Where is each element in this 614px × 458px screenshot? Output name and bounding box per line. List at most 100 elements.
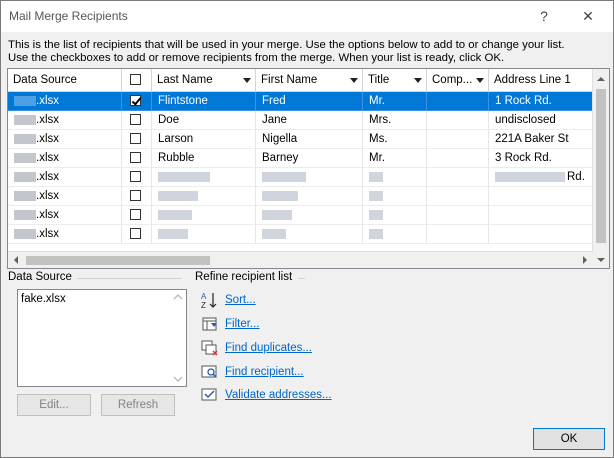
column-header-data-source[interactable]: Data Source — [8, 69, 122, 91]
cell-title: Mr. — [363, 149, 427, 168]
row-checkbox-cell[interactable] — [122, 92, 152, 111]
data-source-list[interactable]: fake.xlsx — [17, 289, 187, 387]
redacted-block — [14, 190, 36, 201]
redacted-block — [369, 171, 383, 182]
chevron-down-icon[interactable] — [476, 78, 484, 83]
cell-last: Larson — [152, 130, 256, 149]
cell-data-source: .xlsx — [8, 206, 122, 225]
redacted-block — [495, 171, 565, 182]
close-button[interactable]: ✕ — [573, 5, 603, 27]
cell-address: undisclosed — [489, 111, 593, 130]
row-checkbox-cell[interactable] — [122, 206, 152, 225]
filter-link[interactable]: Filter... — [225, 318, 260, 330]
cell-company — [427, 92, 489, 111]
cell-title: Mrs. — [363, 111, 427, 130]
vertical-scroll-thumb[interactable] — [596, 89, 606, 243]
refresh-button[interactable]: Refresh — [101, 394, 175, 416]
column-header-last-name[interactable]: Last Name — [152, 69, 256, 91]
cell-data-source: .xlsx — [8, 149, 122, 168]
mail-merge-recipients-dialog: Mail Merge Recipients ? ✕ This is the li… — [0, 0, 614, 458]
edit-button[interactable]: Edit... — [17, 394, 91, 416]
cell-text: .xlsx — [36, 228, 59, 240]
chevron-down-icon[interactable] — [243, 78, 251, 83]
scroll-up-icon[interactable] — [593, 71, 609, 87]
row-checkbox-cell[interactable] — [122, 168, 152, 187]
row-checkbox[interactable] — [130, 95, 141, 106]
row-checkbox[interactable] — [130, 114, 141, 125]
cell-text: .xlsx — [36, 95, 59, 107]
table-row[interactable]: .xlsx Flintstone Fred Mr. 1 Rock Rd. — [8, 92, 593, 111]
validate-addresses-link[interactable]: Validate addresses... — [225, 389, 332, 401]
find-recipient-link[interactable]: Find recipient... — [225, 366, 304, 378]
column-header-first-name[interactable]: First Name — [256, 69, 363, 91]
cell-address: 1 Rock Rd. — [489, 92, 593, 111]
cell-text: Larson — [158, 133, 194, 145]
row-checkbox[interactable] — [130, 133, 141, 144]
row-checkbox-cell[interactable] — [122, 149, 152, 168]
table-row[interactable]: .xlsx Doe Jane Mrs. undisclosed — [8, 111, 593, 130]
find-recipient-icon — [201, 365, 217, 378]
row-checkbox[interactable] — [130, 228, 141, 239]
row-checkbox-cell[interactable] — [122, 187, 152, 206]
cell-title: Mr. — [363, 92, 427, 111]
row-checkbox[interactable] — [130, 171, 141, 182]
cell-address — [489, 187, 593, 206]
chevron-down-icon[interactable] — [414, 78, 422, 83]
cell-first: Fred — [256, 92, 363, 111]
cell-last — [152, 187, 256, 206]
row-checkbox-cell[interactable] — [122, 111, 152, 130]
row-checkbox[interactable] — [130, 209, 141, 220]
cell-last: Flintstone — [152, 92, 256, 111]
horizontal-scrollbar[interactable] — [8, 251, 593, 268]
redacted-block — [369, 228, 383, 239]
cell-text: .xlsx — [36, 152, 59, 164]
recipients-grid[interactable]: Data Source Last Name First Name Title C… — [7, 68, 610, 269]
cell-company — [427, 187, 489, 206]
cell-text: Jane — [262, 114, 287, 126]
sort-az-icon: A Z — [201, 292, 217, 309]
cell-text: Ms. — [369, 133, 388, 145]
scroll-down-icon[interactable] — [593, 252, 609, 268]
select-all-checkbox[interactable] — [130, 74, 141, 85]
cell-text: Mr. — [369, 95, 385, 107]
data-source-list-item[interactable]: fake.xlsx — [21, 293, 66, 305]
table-row[interactable]: .xlsx — [8, 206, 593, 225]
table-row[interactable]: .xlsx Larson Nigella Ms. 221A Baker St — [8, 130, 593, 149]
column-header-title[interactable]: Title — [363, 69, 427, 91]
ok-button[interactable]: OK — [533, 428, 605, 450]
scroll-right-icon[interactable] — [577, 252, 593, 268]
column-header-label: Comp... — [432, 74, 473, 86]
help-button[interactable]: ? — [529, 5, 559, 27]
redacted-block — [158, 209, 192, 220]
row-checkbox-cell[interactable] — [122, 225, 152, 244]
chevron-down-icon[interactable] — [350, 78, 358, 83]
find-duplicates-link[interactable]: Find duplicates... — [225, 342, 312, 354]
column-header-company[interactable]: Comp... — [427, 69, 489, 91]
horizontal-scroll-thumb[interactable] — [26, 256, 210, 265]
cell-text: Doe — [158, 114, 180, 126]
scroll-down-icon[interactable] — [173, 375, 183, 383]
data-source-label: Data Source — [8, 271, 72, 283]
row-checkbox-cell[interactable] — [122, 130, 152, 149]
column-header-checkbox[interactable] — [122, 69, 152, 91]
column-header-label: Last Name — [157, 74, 213, 86]
table-row[interactable]: .xlsx — [8, 225, 593, 244]
cell-title — [363, 187, 427, 206]
intro-text: This is the list of recipients that will… — [8, 39, 608, 65]
row-checkbox[interactable] — [130, 152, 141, 163]
table-row[interactable]: .xlsx Rd. — [8, 168, 593, 187]
scroll-left-icon[interactable] — [8, 252, 24, 268]
column-header-address-line-1[interactable]: Address Line 1 — [489, 69, 593, 91]
cell-data-source: .xlsx — [8, 92, 122, 111]
redacted-block — [158, 171, 210, 182]
cell-data-source: .xlsx — [8, 111, 122, 130]
scroll-up-icon[interactable] — [173, 293, 183, 301]
table-row[interactable]: .xlsx — [8, 187, 593, 206]
cell-text: Barney — [262, 152, 299, 164]
vertical-scrollbar[interactable] — [592, 69, 609, 252]
svg-text:A: A — [201, 292, 207, 301]
table-row[interactable]: .xlsx Rubble Barney Mr. 3 Rock Rd. — [8, 149, 593, 168]
row-checkbox[interactable] — [130, 190, 141, 201]
sort-link[interactable]: Sort... — [225, 294, 256, 306]
cell-first: Jane — [256, 111, 363, 130]
